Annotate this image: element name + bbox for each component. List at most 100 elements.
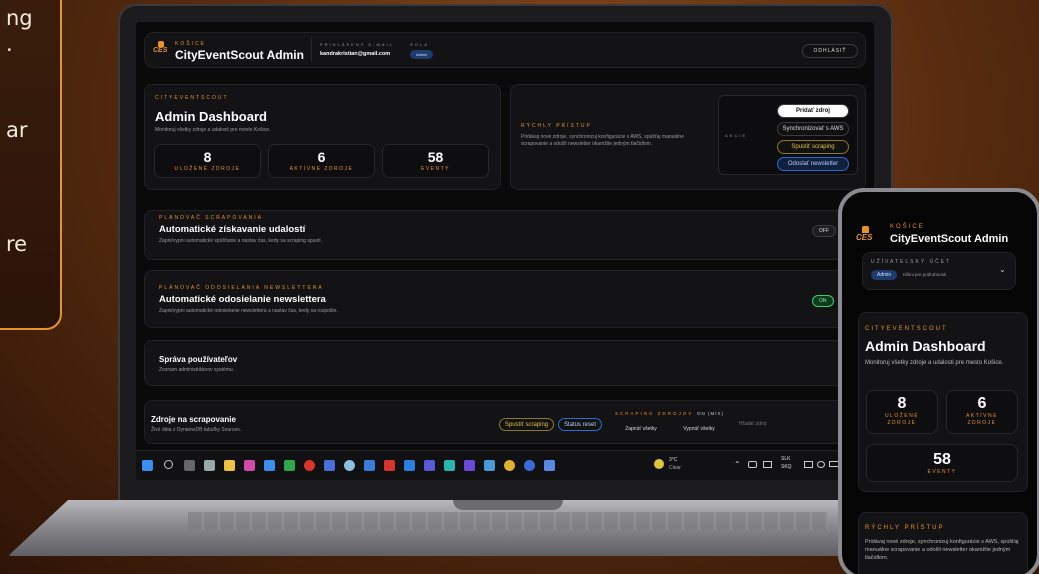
sources-run-scraping-button[interactable]: Spustiť scraping: [499, 418, 554, 431]
scraping-scheduler-eyebrow: PLÁNOVAČ SCRAPOVANIA: [159, 215, 263, 221]
dashboard-subtitle: Monitoruj všetky zdroje a udalosti pre m…: [155, 127, 271, 133]
quick-access-panel: RÝCHLY PRÍSTUP Pridávaj nové zdroje, syn…: [510, 84, 866, 190]
newsletter-scheduler-title: Automatické odosielanie newslettera: [159, 294, 326, 305]
tray-icon-1[interactable]: [748, 461, 757, 468]
scraping-sources-label: SCRAPING ZDROJOV: [615, 411, 694, 416]
weather-desc: Clear: [669, 465, 681, 471]
dashboard-title: Admin Dashboard: [155, 109, 267, 124]
role-badge: Admin: [410, 50, 434, 59]
ces-logo-icon: CES: [153, 41, 169, 61]
side-text-2: .: [6, 32, 13, 56]
role-label: ROLA: [410, 42, 429, 47]
volume-icon[interactable]: [817, 461, 825, 468]
user-email: kandrakristian@gmail.com: [320, 51, 391, 57]
sources-panel: Zdroje na scrapovanie Živé dáta z Dynamo…: [144, 400, 866, 444]
phone-stat-events: 58 EVENTY: [866, 444, 1018, 482]
add-source-button[interactable]: Pridať zdroj: [777, 104, 849, 118]
phone-page-title: CityEventScout Admin: [890, 233, 1009, 245]
laptop-screen: CES KOŠICE CityEventScout Admin PRIHLÁSE…: [136, 22, 874, 480]
phone-account-label: UŽÍVATEĽSKÝ ÚČET: [871, 259, 952, 265]
app-header: CES KOŠICE CityEventScout Admin PRIHLÁSE…: [144, 32, 866, 68]
phone-quick-access-panel: RÝCHLY PRÍSTUP Pridávaj nové zdroje, syn…: [858, 512, 1028, 574]
sources-desc: Živé dáta z DynamoDB tabuľky Sources.: [151, 427, 242, 433]
task-view-icon[interactable]: [184, 460, 195, 471]
newsletter-scheduler-eyebrow: PLÁNOVAČ ODOSIELANIA NEWSLETTERA: [159, 285, 324, 291]
keyboard-indicator[interactable]: SKQ: [781, 464, 792, 470]
scraping-scheduler-desc: Zapni/vypni automatické spúšťanie a nast…: [159, 238, 323, 244]
phone-account-hint: Klikni pre podrobnosti: [903, 272, 947, 277]
app-icon-9[interactable]: [424, 460, 435, 471]
app-icon-12[interactable]: [484, 460, 495, 471]
side-text-3: ar: [6, 118, 28, 142]
windows-start-icon[interactable]: [142, 460, 153, 471]
phone-quick-eyebrow: RÝCHLY PRÍSTUP: [865, 525, 945, 531]
weather-temp: 3°C: [669, 457, 678, 463]
email-label: PRIHLÁSENÝ E-MAIL: [320, 42, 394, 47]
dashboard-eyebrow: CITYEVENTSCOUT: [155, 95, 229, 101]
logout-button[interactable]: ODHLÁSIŤ: [802, 44, 858, 58]
phone-account-panel[interactable]: UŽÍVATEĽSKÝ ÚČET Admin Klikni pre podrob…: [862, 252, 1016, 290]
chevron-up-icon[interactable]: ⌃: [734, 460, 741, 469]
stat-saved-sources: 8 ULOŽENÉ ZDROJE: [154, 144, 261, 178]
disable-all-button[interactable]: Vypnúť všetky: [673, 423, 725, 435]
phone-dashboard-eyebrow: CITYEVENTSCOUT: [865, 326, 948, 332]
phone-stat-active-sources: 6 AKTÍVNE ZDROJE: [946, 390, 1018, 434]
settings-icon[interactable]: [204, 460, 215, 471]
app-icon-6[interactable]: [344, 460, 355, 471]
newsletter-scheduler-desc: Zapni/vypni automatické odosielanie news…: [159, 308, 338, 314]
search-icon[interactable]: [164, 460, 173, 469]
phone-city: KOŠICE: [890, 224, 925, 230]
app-icon-11[interactable]: [464, 460, 475, 471]
app-icon-13[interactable]: [524, 460, 535, 471]
chrome-icon[interactable]: [504, 460, 515, 471]
newsletter-scheduler-panel: PLÁNOVAČ ODOSIELANIA NEWSLETTERA Automat…: [144, 270, 866, 328]
app-icon-10[interactable]: [444, 460, 455, 471]
phone-ces-logo-icon: CES: [856, 226, 874, 248]
wifi-icon[interactable]: [804, 461, 813, 468]
windows-taskbar: 3°C Clear ⌃ SLK SKQ: [136, 450, 874, 480]
tray-icon-2[interactable]: [763, 461, 772, 468]
app-icon-3[interactable]: [284, 460, 295, 471]
quick-description: Pridávaj nové zdroje, synchronizuj konfi…: [521, 134, 684, 147]
language-indicator[interactable]: SLK: [781, 456, 790, 462]
app-icon-4[interactable]: [304, 460, 315, 471]
scraping-scheduler-panel: PLÁNOVAČ SCRAPOVANIA Automatické získava…: [144, 210, 866, 260]
stat-events: 58 EVENTY: [382, 144, 489, 178]
sources-title: Zdroje na scrapovanie: [151, 415, 236, 424]
vscode-icon[interactable]: [404, 460, 415, 471]
phone-device: CES KOŠICE CityEventScout Admin UŽÍVATEĽ…: [838, 188, 1039, 574]
folder-icon[interactable]: [224, 460, 235, 471]
status-reset-button[interactable]: Status reset: [558, 418, 602, 431]
side-text-4: re: [6, 232, 28, 256]
scraping-sources-value: ON (MIX): [697, 411, 724, 416]
stat-active-sources: 6 AKTÍVNE ZDROJE: [268, 144, 375, 178]
newsletter-toggle[interactable]: ON: [812, 295, 834, 307]
run-scraping-button[interactable]: Spustiť scraping: [777, 140, 849, 154]
quick-eyebrow: RÝCHLY PRÍSTUP: [521, 123, 592, 129]
app-icon-5[interactable]: [324, 460, 335, 471]
phone-dashboard-title: Admin Dashboard: [865, 338, 986, 354]
sync-aws-button[interactable]: Synchronizovať s AWS: [777, 122, 849, 136]
akcie-label: AKCIE: [725, 133, 748, 138]
page-title: CityEventScout Admin: [175, 48, 304, 62]
user-management-panel[interactable]: Správa používateľov Zoznam administrátor…: [144, 340, 866, 386]
send-newsletter-button[interactable]: Odoslať newsletter: [777, 157, 849, 171]
phone-dashboard-subtitle: Monitoruj všetky zdroje a udalosti pre m…: [865, 360, 1004, 366]
side-text-1: ng: [6, 6, 33, 30]
app-icon-7[interactable]: [364, 460, 375, 471]
phone-role-badge: Admin: [871, 270, 898, 280]
scraping-toggle[interactable]: OFF: [812, 225, 836, 237]
app-icon-8[interactable]: [384, 460, 395, 471]
scraping-scheduler-title: Automatické získavanie udalostí: [159, 224, 306, 235]
chevron-down-icon[interactable]: ⌄: [999, 265, 1006, 274]
weather-moon-icon: [654, 459, 664, 469]
source-search-input[interactable]: [739, 417, 834, 431]
app-icon-14[interactable]: [544, 460, 555, 471]
enable-all-button[interactable]: Zapnúť všetky: [615, 423, 667, 435]
users-title: Správa používateľov: [159, 355, 238, 364]
users-desc: Zoznam administrátorov systému.: [159, 367, 235, 373]
app-icon-2[interactable]: [264, 460, 275, 471]
side-info-card: ng . ar re: [0, 0, 62, 330]
app-icon-1[interactable]: [244, 460, 255, 471]
phone-stat-saved-sources: 8 ULOŽENÉ ZDROJE: [866, 390, 938, 434]
